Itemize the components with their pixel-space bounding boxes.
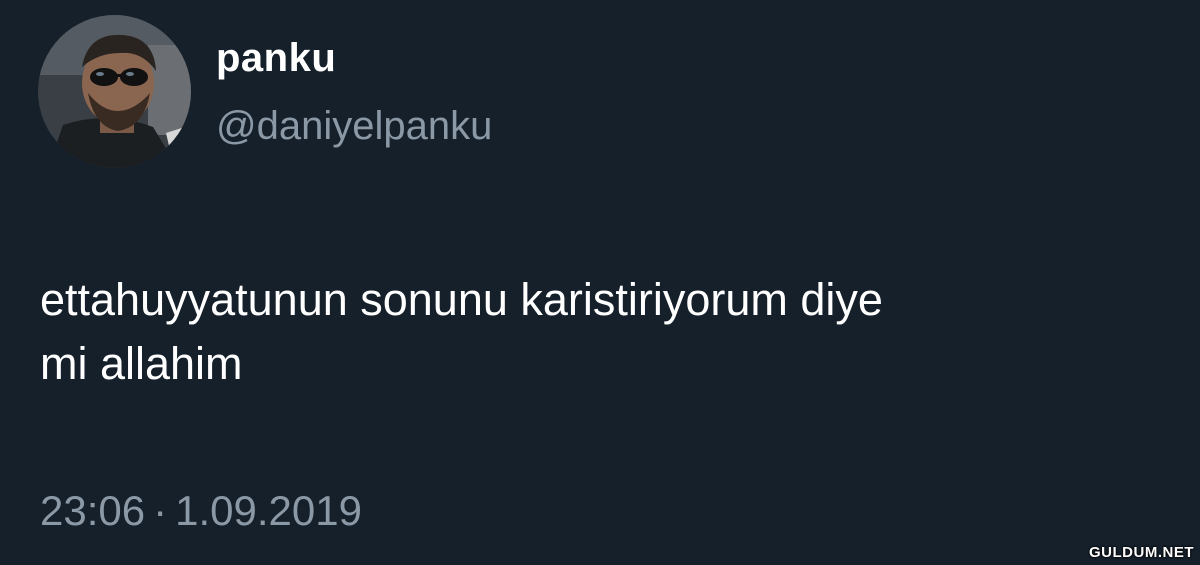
tweet-card: panku @daniyelpanku ettahuyyatunun sonun…: [0, 0, 1200, 565]
timestamp-separator: ·: [153, 487, 168, 534]
author-display-name[interactable]: panku: [216, 38, 336, 78]
tweet-text: ettahuyyatunun sonunu karistiriyorum diy…: [40, 268, 1170, 396]
tweet-date: 1.09.2019: [175, 487, 362, 534]
profile-photo-icon: [38, 15, 191, 168]
tweet-timestamp[interactable]: 23:06 · 1.09.2019: [40, 490, 362, 532]
tweet-text-line: mi allahim: [40, 338, 243, 389]
avatar[interactable]: [38, 15, 191, 168]
watermark: GULDUM.NET: [1089, 544, 1194, 561]
author-handle[interactable]: @daniyelpanku: [216, 106, 492, 146]
tweet-text-line: ettahuyyatunun sonunu karistiriyorum diy…: [40, 274, 883, 325]
tweet-time: 23:06: [40, 487, 146, 534]
